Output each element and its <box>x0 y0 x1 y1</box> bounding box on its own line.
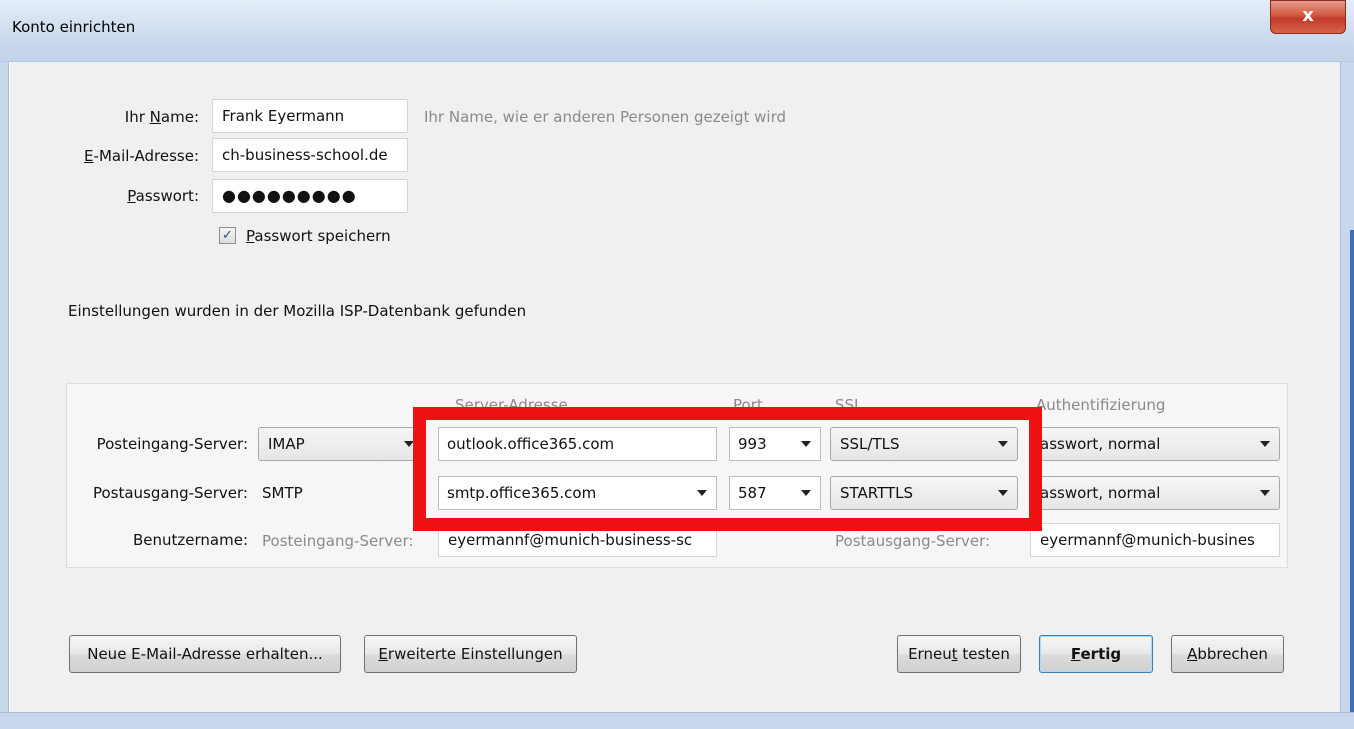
done-button[interactable]: Fertig <box>1039 635 1153 673</box>
outgoing-server-label: Postausgang-Server: <box>92 484 248 502</box>
username-label: Benutzername: <box>132 531 248 549</box>
password-input[interactable]: ●●●●●●●●● <box>212 179 408 213</box>
password-label: Passwort: <box>127 187 199 205</box>
advanced-settings-button[interactable]: Erweiterte Einstellungen <box>364 635 577 673</box>
status-message: Einstellungen wurden in der Mozilla ISP-… <box>68 302 527 320</box>
chevron-down-icon <box>1260 490 1270 496</box>
window-frame-bottom <box>0 712 1354 729</box>
close-button[interactable]: x <box>1270 0 1346 34</box>
outgoing-protocol: SMTP <box>262 484 303 502</box>
name-label: Ihr Name: <box>124 108 199 126</box>
background-window-edge <box>1350 230 1354 729</box>
username-incoming-label: Posteingang-Server: <box>262 532 414 550</box>
window-title: Konto einrichten <box>12 18 136 36</box>
title-bar <box>0 0 1354 62</box>
retest-button[interactable]: Erneut testen <box>897 635 1021 673</box>
close-icon: x <box>1302 5 1314 26</box>
chevron-down-icon <box>1260 441 1270 447</box>
outgoing-auth-select[interactable]: asswort, normal <box>1030 476 1280 510</box>
cancel-button[interactable]: Abbrechen <box>1171 635 1284 673</box>
save-password-label[interactable]: Passwort speichern <box>246 227 391 245</box>
save-password-checkbox[interactable]: ✓ <box>219 227 236 244</box>
window-frame-left <box>0 62 9 729</box>
name-hint: Ihr Name, wie er anderen Personen gezeig… <box>424 108 786 126</box>
username-outgoing-input[interactable]: eyermannf@munich-busines <box>1030 523 1280 557</box>
email-label: E-Mail-Adresse: <box>84 147 199 165</box>
incoming-protocol-select[interactable]: IMAP <box>258 427 424 461</box>
incoming-auth-select[interactable]: asswort, normal <box>1030 427 1280 461</box>
checkmark-icon: ✓ <box>222 228 233 243</box>
new-email-button[interactable]: Neue E-Mail-Adresse erhalten... <box>69 635 341 673</box>
highlight-annotation-box <box>413 407 1042 531</box>
incoming-server-label: Posteingang-Server: <box>96 435 248 453</box>
username-outgoing-label: Postausgang-Server: <box>835 532 991 550</box>
header-auth: Authentifizierung <box>1036 396 1166 414</box>
name-input[interactable]: Frank Eyermann <box>212 99 408 133</box>
email-input[interactable]: ch-business-school.de <box>212 138 408 172</box>
